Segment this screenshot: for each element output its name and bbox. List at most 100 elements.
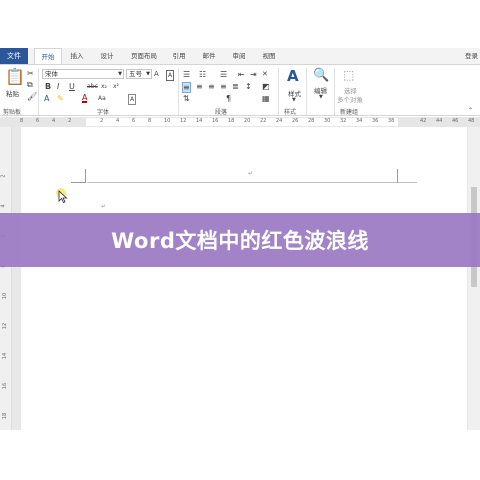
sort-icon[interactable]: ⇅ [183,94,190,103]
crop-mark [71,182,85,183]
vertical-ruler-tick-label: 4 [0,204,7,208]
find-binoculars-icon[interactable]: 🔍 [313,69,329,82]
crop-mark [85,169,86,183]
vertical-ruler[interactable]: 2468101214161820 [0,127,12,430]
tab-view[interactable]: 视图 [258,48,280,64]
paragraph-group-label: 段落 [215,109,228,116]
shading-icon[interactable]: ◩ [262,82,270,91]
ruler-tick-label: 48 [468,118,475,124]
clear-format-icon[interactable]: A [166,70,175,81]
ruler-tick-label: 4 [52,118,56,124]
format-painter-icon[interactable]: 🖌 [27,92,37,101]
grow-font-icon[interactable]: A [154,70,159,79]
show-marks-icon[interactable]: ¶ [226,94,231,103]
vertical-ruler-tick-label: 14 [2,352,9,360]
ruler-tick-label: 6 [132,118,136,124]
ruler-tick-label: 2 [68,118,72,124]
align-center-icon[interactable]: ≡ [196,82,203,91]
ruler-tick-label: 6 [36,118,40,124]
tab-layout[interactable]: 页面布局 [126,48,162,64]
ruler-tick-label: 38 [388,118,395,124]
cut-icon[interactable]: ✂ [27,69,34,78]
ruler-tick-label: 42 [420,118,427,124]
horizontal-ruler[interactable]: 8 6 4 2 2 4 6 8 10 12 14 16 18 20 22 24 26 28 30 32 34 36 38 42… [0,117,480,127]
ruler-tick-label: 36 [372,118,379,124]
login-link[interactable]: 登录 [465,48,478,64]
tab-mailings[interactable]: 邮件 [198,48,220,64]
multilevel-list-icon[interactable]: ☰ [220,70,227,79]
banner-title: Word文档中的红色波浪线 [111,229,369,253]
ribbon: 📋 粘贴 ✂ ⧉ 🖌 剪贴板 宋体 ▼ 五号 ▼ A A B I U abc x₂ … [0,64,480,116]
line-spacing-icon[interactable]: ↕ [245,82,252,91]
ruler-tick-label: 32 [340,118,347,124]
tab-review[interactable]: 审阅 [228,48,250,64]
copy-icon[interactable]: ⧉ [27,80,33,89]
text-effects-icon[interactable]: A [44,94,49,103]
ruler-tick-label: 30 [324,118,331,124]
paste-button[interactable]: 粘贴 [6,88,19,98]
decrease-indent-icon[interactable]: ⇤ [238,70,245,79]
distributed-icon[interactable]: ≣ [232,82,239,91]
chinese-layout-icon[interactable]: ✕ [262,70,268,79]
numbering-icon[interactable]: ☷ [199,70,206,79]
font-size-value: 五号 [129,70,142,78]
vertical-scrollbar[interactable] [468,127,480,430]
vertical-ruler-tick-label: 10 [2,292,9,300]
ruler-tick-label: 46 [452,118,459,124]
body-paragraph-mark: ↵ [101,203,107,210]
separator [278,68,279,115]
font-name-value: 宋体 [45,70,58,78]
ruler-tick-label: 20 [244,118,251,124]
char-border-icon[interactable]: A [128,94,137,105]
ruler-tick-label: 18 [228,118,235,124]
ruler-tick-label: 16 [212,118,219,124]
separator [178,68,179,115]
change-case-icon[interactable]: Aa [98,94,106,103]
strikethrough-icon[interactable]: abc [87,82,98,91]
tab-references[interactable]: 引用 [168,48,190,64]
align-right-icon[interactable]: ≡ [208,82,215,91]
ruler-tick-label: 10 [164,118,171,124]
crop-mark [397,169,398,183]
paste-icon[interactable]: 📋 [5,69,25,85]
ruler-tick-label: 26 [292,118,299,124]
ruler-tick-label: 44 [436,118,443,124]
subscript-icon[interactable]: x₂ [101,82,107,91]
clipboard-group-label: 剪贴板 [3,109,22,116]
chevron-down-icon: ▼ [146,71,150,77]
ruler-tick-label: 34 [356,118,363,124]
chevron-down-icon: ▼ [292,97,296,103]
justify-icon[interactable]: ≡ [220,82,227,91]
vertical-ruler-tick-label: 2 [0,174,7,178]
font-size-dropdown[interactable]: 五号 ▼ [126,69,152,79]
superscript-icon[interactable]: x² [113,82,119,91]
styles-group-label: 样式 [284,109,297,116]
collapse-ribbon-icon[interactable]: ⌃ [468,106,473,115]
increase-indent-icon[interactable]: ⇥ [250,70,257,79]
tab-design[interactable]: 设计 [96,48,118,64]
separator [38,68,39,115]
new-group-label: 新建组 [340,109,359,116]
font-color-icon[interactable]: A [82,94,88,103]
select-objects-icon[interactable]: ⬚ [343,69,354,81]
ruler-tick-label: 4 [116,118,120,124]
italic-icon[interactable]: I [57,82,59,91]
tab-home[interactable]: 开始 [34,48,62,65]
highlight-icon[interactable]: ✎ [57,94,64,103]
ruler-tick-label: 8 [20,118,24,124]
tab-insert[interactable]: 插入 [66,48,88,64]
underline-icon[interactable]: U [69,82,75,91]
styles-icon[interactable]: A [287,69,299,84]
document-page[interactable]: ↵ ↵ [21,127,467,430]
ruler-tick-label: 22 [260,118,267,124]
font-group-label: 字体 [97,109,110,116]
select-objects-label: 多个对象 [337,96,363,104]
ruler-tick-label: 2 [100,118,104,124]
align-left-icon[interactable]: ≡ [182,82,191,93]
header-paragraph-mark: ↵ [248,170,254,177]
bold-icon[interactable]: B [45,82,51,91]
font-name-dropdown[interactable]: 宋体 ▼ [42,69,124,79]
borders-icon[interactable]: ▦ [262,94,270,103]
bullets-icon[interactable]: ☰ [183,70,190,79]
tab-file[interactable]: 文件 [0,48,28,64]
